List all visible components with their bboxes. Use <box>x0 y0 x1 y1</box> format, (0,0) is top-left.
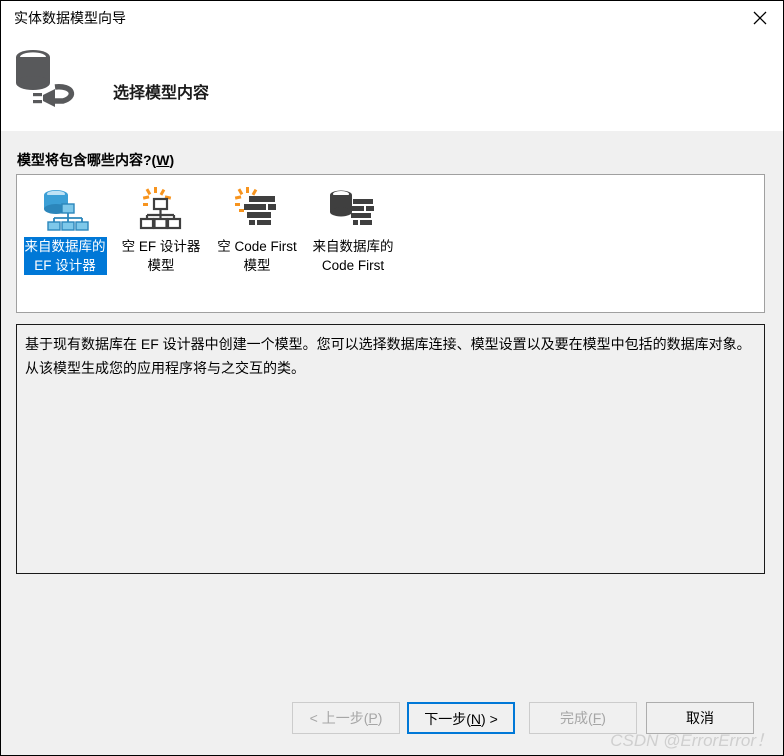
description-text: 基于现有数据库在 EF 设计器中创建一个模型。您可以选择数据库连接、模型设置以及… <box>25 336 751 376</box>
option-empty-ef-designer-model[interactable]: 空 EF 设计器 模型 <box>113 185 209 275</box>
watermark: CSDN @ErrorError！ <box>610 731 773 750</box>
wizard-body: 模型将包含哪些内容?(W) 来自数据库的 EF 设计器 空 EF 设计器 模型 … <box>1 131 783 755</box>
model-options-list: 来自数据库的 EF 设计器 空 EF 设计器 模型 空 Code First 模… <box>17 185 401 275</box>
entity-data-model-wizard-window: 实体数据模型向导 选择模型内容 模型将包含哪些内容?(W) 来自数据库的 EF … <box>0 0 784 756</box>
next-button-accesskey: N <box>470 711 482 727</box>
next-button-suffix: ) > <box>481 711 498 727</box>
cancel-button-label: 取消 <box>686 710 714 726</box>
option-ef-designer-from-database[interactable]: 来自数据库的 EF 设计器 <box>17 185 113 275</box>
finish-button-accesskey: F <box>592 710 602 726</box>
close-icon[interactable] <box>737 1 783 34</box>
option-label: 来自数据库的 EF 设计器 <box>23 237 107 275</box>
section-label-accesskey: W <box>156 152 170 168</box>
model-options-panel: 来自数据库的 EF 设计器 空 EF 设计器 模型 空 Code First 模… <box>16 174 765 313</box>
section-label-suffix: ) <box>169 152 175 168</box>
option-label: 空 EF 设计器 模型 <box>121 239 201 273</box>
page-title: 选择模型内容 <box>113 85 210 102</box>
option-label: 空 Code First 模型 <box>217 239 297 273</box>
back-button-accesskey: P <box>368 710 378 726</box>
wizard-header: 选择模型内容 <box>1 35 783 131</box>
finish-button-prefix: 完成( <box>560 710 593 726</box>
option-code-first-from-database[interactable]: 来自数据库的 Code First <box>305 185 401 275</box>
description-panel: 基于现有数据库在 EF 设计器中创建一个模型。您可以选择数据库连接、模型设置以及… <box>16 324 765 574</box>
next-button[interactable]: 下一步(N) > <box>407 702 515 734</box>
finish-button-suffix: ) <box>601 710 606 726</box>
next-button-prefix: 下一步( <box>424 711 471 727</box>
database-designer-icon <box>35 185 95 233</box>
empty-code-first-icon <box>227 185 287 233</box>
back-button-suffix: ) <box>377 710 383 726</box>
database-code-first-icon <box>323 185 383 233</box>
section-label: 模型将包含哪些内容?(W) <box>17 150 174 170</box>
database-plug-icon <box>11 45 83 111</box>
back-button[interactable]: < 上一步(P) <box>292 702 400 734</box>
back-button-prefix: < 上一步( <box>309 710 369 726</box>
title-bar: 实体数据模型向导 <box>1 1 783 35</box>
window-title: 实体数据模型向导 <box>14 10 126 26</box>
option-empty-code-first-model[interactable]: 空 Code First 模型 <box>209 185 305 275</box>
empty-designer-icon <box>131 185 191 233</box>
option-label: 来自数据库的 Code First <box>312 239 394 273</box>
section-label-text: 模型将包含哪些内容?( <box>17 152 157 168</box>
